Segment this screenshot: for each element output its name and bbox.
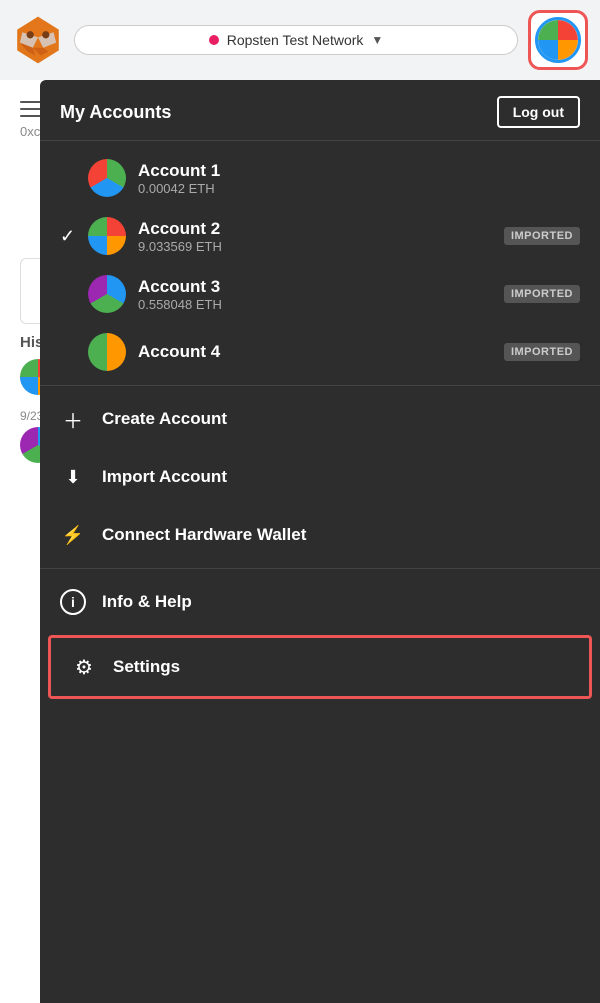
create-account-item[interactable]: ＋ Create Account: [40, 390, 600, 448]
settings-item[interactable]: ⚙ Settings: [48, 635, 592, 699]
topbar: Ropsten Test Network ▼: [0, 0, 600, 80]
selected-check-2: ✓: [60, 226, 80, 247]
settings-gear-icon: ⚙: [71, 654, 97, 680]
create-account-label: Create Account: [102, 409, 227, 429]
divider-1: [40, 385, 600, 386]
account-name-2: Account 2: [138, 219, 504, 239]
imported-badge-2: IMPORTED: [504, 227, 580, 245]
account-name-4: Account 4: [138, 342, 504, 362]
account-item-4[interactable]: Account 4 IMPORTED: [40, 323, 600, 381]
usb-icon: ⚡: [60, 522, 86, 548]
plus-icon: ＋: [60, 406, 86, 432]
selected-check-3: [60, 284, 80, 305]
account-avatar-3: [88, 275, 126, 313]
account-balance-3: 0.558048 ETH: [138, 297, 504, 312]
info-icon: i: [60, 589, 86, 615]
accounts-list: Account 1 0.00042 ETH ✓ Account 2 9.0335…: [40, 141, 600, 1003]
account-avatar-2: [88, 217, 126, 255]
chevron-down-icon: ▼: [371, 33, 383, 47]
account-item-2[interactable]: ✓ Account 2 9.033569 ETH IMPORTED: [40, 207, 600, 265]
import-account-label: Import Account: [102, 467, 227, 487]
accounts-panel: My Accounts Log out Account 1 0.00042 ET…: [40, 80, 600, 1003]
divider-2: [40, 568, 600, 569]
account-avatar-1: [88, 159, 126, 197]
metamask-logo: [12, 14, 64, 66]
logout-button[interactable]: Log out: [497, 96, 580, 128]
network-name: Ropsten Test Network: [227, 32, 364, 48]
connect-hardware-item[interactable]: ⚡ Connect Hardware Wallet: [40, 506, 600, 564]
info-help-item[interactable]: i Info & Help: [40, 573, 600, 631]
account-item-1[interactable]: Account 1 0.00042 ETH: [40, 149, 600, 207]
panel-title: My Accounts: [60, 102, 171, 123]
info-help-label: Info & Help: [102, 592, 192, 612]
imported-badge-4: IMPORTED: [504, 343, 580, 361]
account-name-1: Account 1: [138, 161, 580, 181]
imported-badge-3: IMPORTED: [504, 285, 580, 303]
network-status-dot: [209, 35, 219, 45]
hamburger-menu[interactable]: [20, 101, 42, 117]
network-selector[interactable]: Ropsten Test Network ▼: [74, 25, 518, 55]
account-balance-1: 0.00042 ETH: [138, 181, 580, 196]
connect-hardware-label: Connect Hardware Wallet: [102, 525, 306, 545]
account-name-3: Account 3: [138, 277, 504, 297]
selected-check-4: [60, 342, 80, 363]
account-avatar-button[interactable]: [528, 10, 588, 70]
settings-label: Settings: [113, 657, 180, 677]
account-balance-2: 9.033569 ETH: [138, 239, 504, 254]
account-item-3[interactable]: Account 3 0.558048 ETH IMPORTED: [40, 265, 600, 323]
import-icon: ⬇: [60, 464, 86, 490]
panel-header: My Accounts Log out: [40, 80, 600, 141]
account-avatar-4: [88, 333, 126, 371]
import-account-item[interactable]: ⬇ Import Account: [40, 448, 600, 506]
selected-check-1: [60, 168, 80, 189]
